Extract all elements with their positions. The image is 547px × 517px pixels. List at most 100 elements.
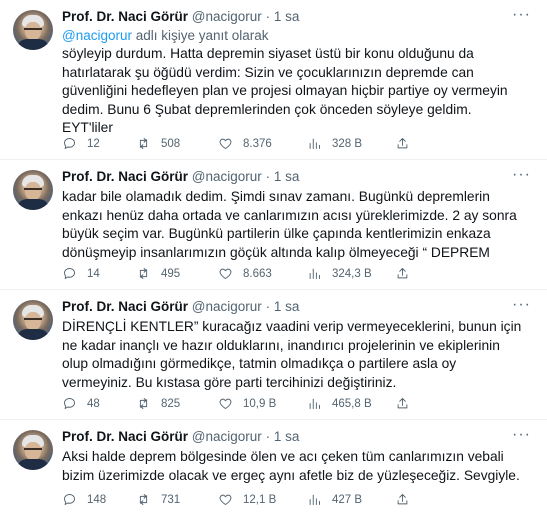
views-button[interactable]: 328 B [307, 136, 362, 151]
like-button[interactable]: 10,9 B [218, 396, 276, 411]
share-button[interactable] [395, 266, 410, 281]
reply-context: @nacigorur adlı kişiye yanıt olarak [62, 27, 269, 45]
author-name[interactable]: Prof. Dr. Naci Görür [62, 9, 188, 24]
share-upload-icon [397, 494, 408, 505]
heart-icon [219, 494, 232, 505]
author-name[interactable]: Prof. Dr. Naci Görür [62, 299, 188, 314]
tweet-text: DİRENÇLİ KENTLER” kuracağız vaadini veri… [62, 319, 522, 390]
author-name[interactable]: Prof. Dr. Naci Görür [62, 169, 188, 184]
reply-bubble-icon [64, 398, 75, 409]
view-count: 427 B [332, 493, 363, 506]
retweet-count: 731 [161, 493, 181, 506]
like-count: 8.663 [243, 267, 272, 280]
tweet[interactable]: Prof. Dr. Naci Görür @nacigorur · 1 sa ·… [0, 0, 547, 160]
view-count: 328 B [332, 137, 363, 150]
author-name[interactable]: Prof. Dr. Naci Görür [62, 429, 188, 444]
separator-dot: · [265, 169, 271, 184]
reply-count: 12 [87, 137, 100, 150]
retweet-count: 495 [161, 267, 181, 280]
heart-icon [219, 268, 232, 279]
action-bar: 148 731 12,1 B 427 B [62, 492, 532, 510]
retweet-button[interactable]: 508 [136, 136, 180, 151]
separator-dot: · [265, 299, 271, 314]
tweet-header: Prof. Dr. Naci Görür @nacigorur · 1 sa [62, 428, 299, 446]
action-bar: 12 508 8.376 328 B [62, 136, 532, 154]
tweet[interactable]: Prof. Dr. Naci Görür @nacigorur · 1 sa ·… [0, 420, 547, 517]
retweet-count: 825 [161, 397, 181, 410]
separator-dot: · [265, 9, 271, 24]
avatar[interactable] [13, 300, 53, 340]
views-chart-icon [309, 138, 320, 149]
more-options-icon[interactable]: ··· [512, 6, 531, 24]
reply-button[interactable]: 148 [62, 492, 106, 507]
views-button[interactable]: 324,3 B [307, 266, 372, 281]
retweet-icon [139, 398, 148, 409]
views-chart-icon [309, 268, 320, 279]
retweet-button[interactable]: 731 [136, 492, 180, 507]
reply-bubble-icon [64, 268, 75, 279]
author-handle[interactable]: @nacigorur [192, 169, 262, 184]
action-bar: 48 825 10,9 B 465,8 B [62, 396, 532, 414]
reply-bubble-icon [64, 138, 75, 149]
reply-button[interactable]: 12 [62, 136, 100, 151]
retweet-icon [139, 268, 148, 279]
share-upload-icon [397, 138, 408, 149]
view-count: 324,3 B [332, 267, 372, 280]
retweet-icon [139, 138, 148, 149]
tweet[interactable]: Prof. Dr. Naci Görür @nacigorur · 1 sa ·… [0, 160, 547, 290]
retweet-button[interactable]: 495 [136, 266, 180, 281]
share-button[interactable] [395, 492, 410, 507]
tweet-thread: Prof. Dr. Naci Görür @nacigorur · 1 sa ·… [0, 0, 547, 517]
retweet-button[interactable]: 825 [136, 396, 180, 411]
share-upload-icon [397, 268, 408, 279]
tweet-text: söyleyip durdum. Hatta depremin siyaset … [62, 46, 508, 136]
heart-icon [219, 138, 232, 149]
like-count: 10,9 B [243, 397, 277, 410]
avatar[interactable] [13, 170, 53, 210]
author-handle[interactable]: @nacigorur [192, 429, 262, 444]
avatar[interactable] [13, 10, 53, 50]
timestamp[interactable]: 1 sa [274, 299, 300, 314]
more-options-icon[interactable]: ··· [512, 166, 531, 184]
reply-count: 14 [87, 267, 100, 280]
reply-button[interactable]: 14 [62, 266, 100, 281]
views-chart-icon [309, 398, 320, 409]
more-options-icon[interactable]: ··· [512, 426, 531, 444]
timestamp[interactable]: 1 sa [274, 169, 300, 184]
view-count: 465,8 B [332, 397, 372, 410]
like-button[interactable]: 8.376 [218, 136, 272, 151]
heart-icon [219, 398, 232, 409]
like-count: 8.376 [243, 137, 272, 150]
views-chart-icon [309, 494, 320, 505]
action-bar: 14 495 8.663 324,3 B [62, 266, 532, 284]
share-button[interactable] [395, 396, 410, 411]
like-button[interactable]: 12,1 B [218, 492, 276, 507]
timestamp[interactable]: 1 sa [274, 9, 300, 24]
tweet-header: Prof. Dr. Naci Görür @nacigorur · 1 sa [62, 298, 299, 316]
reply-count: 48 [87, 397, 100, 410]
like-button[interactable]: 8.663 [218, 266, 272, 281]
retweet-count: 508 [161, 137, 181, 150]
more-options-icon[interactable]: ··· [512, 296, 531, 314]
reply-count: 148 [87, 493, 107, 506]
tweet-text: kadar bile olamadık dedim. Şimdi sınav z… [62, 189, 517, 260]
retweet-icon [139, 494, 148, 505]
share-upload-icon [397, 398, 408, 409]
timestamp[interactable]: 1 sa [274, 429, 300, 444]
reply-bubble-icon [64, 494, 75, 505]
author-handle[interactable]: @nacigorur [192, 9, 262, 24]
views-button[interactable]: 427 B [307, 492, 362, 507]
tweet-header: Prof. Dr. Naci Görür @nacigorur · 1 sa [62, 168, 299, 186]
tweet-header: Prof. Dr. Naci Görür @nacigorur · 1 sa [62, 8, 299, 26]
avatar[interactable] [13, 430, 53, 470]
reply-button[interactable]: 48 [62, 396, 100, 411]
share-button[interactable] [395, 136, 410, 151]
views-button[interactable]: 465,8 B [307, 396, 372, 411]
separator-dot: · [265, 429, 271, 444]
reply-mention-link[interactable]: @nacigorur [62, 28, 132, 43]
like-count: 12,1 B [243, 493, 277, 506]
author-handle[interactable]: @nacigorur [192, 299, 262, 314]
tweet-text: Aksi halde deprem bölgesinde ölen ve acı… [62, 449, 520, 483]
tweet[interactable]: Prof. Dr. Naci Görür @nacigorur · 1 sa ·… [0, 290, 547, 420]
reply-context-label: adlı kişiye yanıt olarak [132, 28, 269, 43]
